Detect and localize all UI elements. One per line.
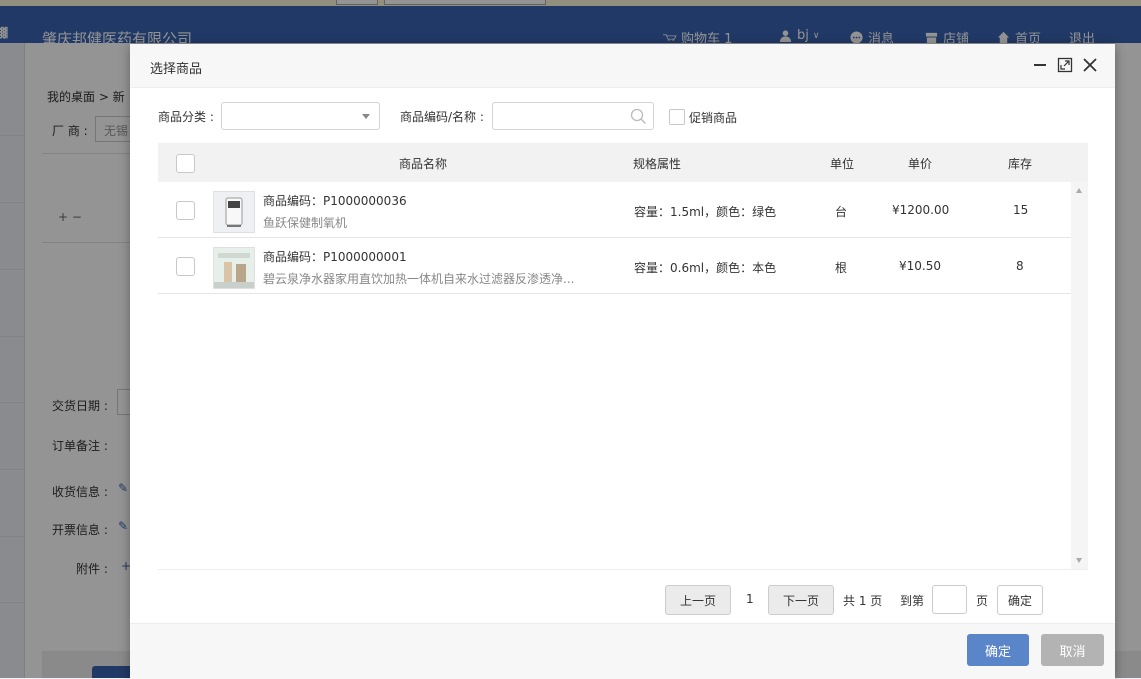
scroll-down-icon[interactable] bbox=[1076, 558, 1082, 563]
scroll-up-icon[interactable] bbox=[1076, 188, 1082, 193]
search-icon[interactable] bbox=[630, 108, 647, 125]
page-number-input[interactable] bbox=[932, 585, 967, 614]
product-stock: 8 bbox=[1016, 259, 1024, 273]
code-name-label: 商品编码/名称 : bbox=[400, 110, 484, 124]
select-all-checkbox[interactable] bbox=[176, 154, 195, 173]
dialog-title: 选择商品 bbox=[150, 62, 203, 77]
product-stock: 15 bbox=[1013, 203, 1029, 217]
prev-page-button[interactable]: 上一页 bbox=[665, 585, 731, 615]
table-scrollbar[interactable] bbox=[1071, 182, 1088, 569]
goto-confirm-button[interactable]: 确定 bbox=[997, 585, 1043, 615]
column-header-stock: 库存 bbox=[1008, 157, 1033, 171]
maximize-icon[interactable] bbox=[1056, 56, 1074, 74]
category-label: 商品分类 : bbox=[158, 110, 214, 124]
table-row[interactable]: 商品编码：P1000000036 鱼跃保健制氧机 容量：1.5ml，颜色：绿色 … bbox=[158, 182, 1071, 238]
column-header-spec: 规格属性 bbox=[633, 157, 682, 171]
product-thumbnail bbox=[213, 191, 255, 233]
cancel-button[interactable]: 取消 bbox=[1041, 634, 1104, 666]
category-select[interactable] bbox=[221, 102, 380, 130]
oxygen-machine-image bbox=[214, 192, 254, 232]
product-code: 商品编码：P1000000001 bbox=[263, 250, 407, 264]
table-header: 商品名称 规格属性 单位 单价 库存 bbox=[158, 143, 1088, 182]
table-row[interactable]: 商品编码：P1000000001 碧云泉净水器家用直饮加热一体机自来水过滤器反渗… bbox=[158, 238, 1071, 294]
dialog-header: 选择商品 bbox=[130, 44, 1115, 88]
page-unit-label: 页 bbox=[976, 594, 989, 608]
total-pages: 共 1 页 bbox=[843, 594, 883, 608]
promo-checkbox[interactable] bbox=[669, 109, 685, 125]
product-price: ¥1200.00 bbox=[892, 203, 950, 217]
goto-label: 到第 bbox=[900, 594, 925, 608]
product-spec: 容量：0.6ml，颜色：本色 bbox=[634, 261, 777, 275]
product-unit: 根 bbox=[835, 261, 848, 275]
product-table-body: 商品编码：P1000000036 鱼跃保健制氧机 容量：1.5ml，颜色：绿色 … bbox=[158, 182, 1088, 570]
column-header-price: 单价 bbox=[908, 157, 933, 171]
current-page[interactable]: 1 bbox=[746, 592, 754, 606]
search-input[interactable] bbox=[492, 102, 654, 130]
column-header-unit: 单位 bbox=[830, 157, 855, 171]
product-unit: 台 bbox=[835, 205, 848, 219]
dropdown-arrow-icon bbox=[362, 114, 370, 119]
minimize-icon[interactable] bbox=[1031, 56, 1049, 74]
product-price: ¥10.50 bbox=[899, 259, 941, 273]
row-checkbox[interactable] bbox=[176, 257, 195, 276]
ok-button[interactable]: 确定 bbox=[967, 634, 1029, 666]
next-page-button[interactable]: 下一页 bbox=[768, 585, 834, 615]
product-code: 商品编码：P1000000036 bbox=[263, 194, 407, 208]
close-icon[interactable] bbox=[1081, 56, 1099, 74]
product-name: 鱼跃保健制氧机 bbox=[263, 216, 348, 230]
select-product-dialog: 选择商品 商品分类 : 商品编码/名称 : 促销商品 商品名称 规格属性 单位 … bbox=[130, 44, 1115, 679]
product-spec: 容量：1.5ml，颜色：绿色 bbox=[634, 205, 777, 219]
dialog-footer: 确定 取消 bbox=[130, 623, 1115, 679]
product-thumbnail bbox=[213, 247, 255, 289]
row-checkbox[interactable] bbox=[176, 201, 195, 220]
water-purifier-image bbox=[214, 248, 254, 288]
product-name: 碧云泉净水器家用直饮加热一体机自来水过滤器反渗透净... bbox=[263, 272, 575, 286]
promo-label: 促销商品 bbox=[689, 111, 738, 125]
column-header-name: 商品名称 bbox=[399, 157, 448, 171]
